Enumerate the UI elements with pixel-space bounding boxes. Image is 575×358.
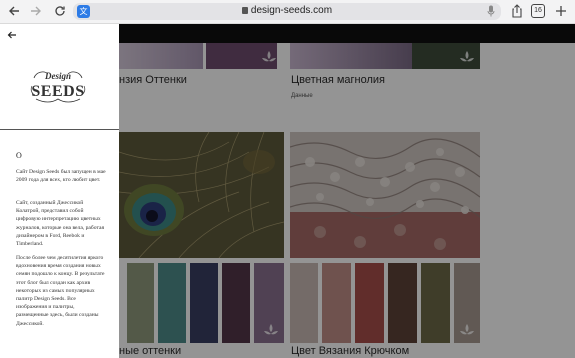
panel-heading: О	[16, 151, 22, 160]
microphone-icon[interactable]	[487, 5, 495, 17]
lock-icon	[241, 7, 248, 14]
browser-toolbar: 文 design-seeds.com 16	[0, 0, 575, 24]
reload-icon[interactable]	[52, 3, 68, 19]
about-paragraph: Сайт, созданный Джессикой Колатрой, пред…	[16, 200, 105, 248]
about-panel: Design SEEDS О Сайт Design Seeds был зап…	[0, 24, 119, 358]
address-bar[interactable]: 文 design-seeds.com	[73, 3, 501, 20]
url-text: design-seeds.com	[73, 5, 501, 16]
more-icon[interactable]	[554, 4, 568, 18]
design-seeds-logo[interactable]: Design SEEDS	[28, 66, 88, 106]
tabs-button[interactable]: 16	[531, 4, 545, 18]
svg-text:Design: Design	[44, 71, 71, 81]
about-paragraph: После более чем десятилетия яркого вдохн…	[16, 255, 105, 327]
svg-text:SEEDS: SEEDS	[31, 83, 84, 100]
share-icon[interactable]	[510, 4, 524, 18]
about-paragraph: Сайт Design Seeds был запущен в мае 2009…	[16, 169, 106, 184]
forward-arrow-icon[interactable]	[28, 3, 44, 19]
divider	[0, 129, 119, 130]
back-arrow-icon[interactable]	[6, 3, 22, 19]
back-arrow-icon[interactable]	[7, 30, 17, 40]
